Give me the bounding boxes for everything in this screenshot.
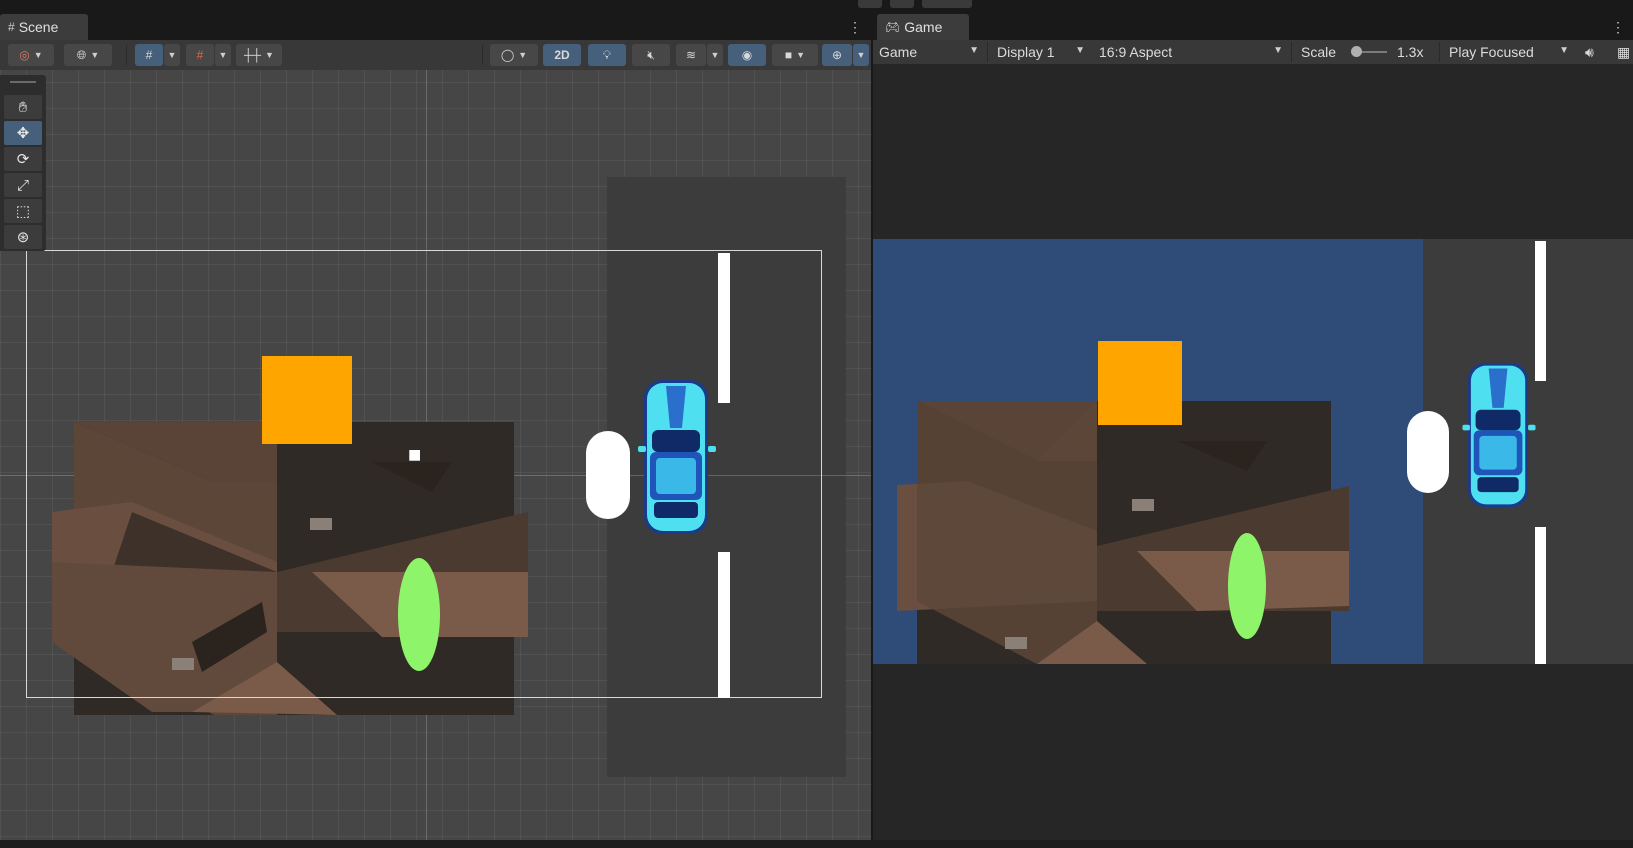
- lane-line-bottom[interactable]: [718, 552, 730, 698]
- move-tool-icon[interactable]: ✥: [4, 121, 42, 145]
- snap-icon: #: [196, 48, 204, 62]
- two-d-button[interactable]: 2D: [543, 44, 581, 66]
- ruler-button[interactable]: ┼┼ ▼: [236, 44, 282, 66]
- scale-slider-handle[interactable]: [1351, 46, 1362, 57]
- game-white-capsule: [1407, 411, 1449, 493]
- game-lane-line-top: [1535, 241, 1546, 381]
- grid-snap-dropdown[interactable]: ▼: [164, 44, 180, 66]
- step-button[interactable]: [922, 0, 972, 8]
- lightbulb-icon: 💡︎: [602, 47, 612, 62]
- hidden-objects-button[interactable]: ◉: [728, 44, 766, 66]
- game-tab-label: Game: [904, 19, 943, 35]
- effects-icon: ≋: [685, 48, 697, 62]
- play-focus-value: Play Focused: [1449, 44, 1534, 60]
- game-tab-bar: 🎮︎ Game ⋮: [873, 14, 1633, 40]
- game-mode-dropdown[interactable]: Game ▼: [873, 40, 985, 64]
- eye-slash-icon: ◉: [741, 48, 753, 62]
- white-capsule-sprite[interactable]: [586, 431, 630, 519]
- effects-button[interactable]: ≋: [676, 44, 706, 66]
- scale-label: Scale: [1301, 44, 1337, 60]
- increment-snap-button[interactable]: #: [186, 44, 214, 66]
- car-icon: [638, 380, 716, 534]
- play-button[interactable]: [858, 0, 882, 8]
- lighting-button[interactable]: 💡︎: [588, 44, 626, 66]
- hand-tool-icon[interactable]: ✋︎: [4, 95, 42, 119]
- two-d-label: 2D: [554, 48, 570, 62]
- game-green-ellipse: [1228, 533, 1266, 639]
- kebab-menu-icon[interactable]: ⋮: [1611, 18, 1625, 36]
- game-orange-box: [1098, 341, 1182, 425]
- mute-audio-icon[interactable]: 🔊︎: [1579, 40, 1601, 64]
- gizmo-mode-button[interactable]: ◎ ▼: [8, 44, 54, 66]
- stats-icon[interactable]: ▦: [1611, 40, 1631, 64]
- camera-icon: ■: [784, 48, 793, 62]
- gizmos-button[interactable]: ⊕: [822, 44, 852, 66]
- play-focus-dropdown[interactable]: Play Focused ▼: [1443, 40, 1575, 64]
- toolbar-separator: [126, 45, 127, 65]
- tab-scene[interactable]: # Scene: [0, 14, 88, 40]
- sphere-icon: ◯: [500, 48, 515, 62]
- toolbar-separator: [1439, 42, 1440, 62]
- grid-snap-icon: #: [145, 48, 153, 62]
- game-render-area: [873, 239, 1633, 664]
- pause-button[interactable]: [890, 0, 914, 8]
- gizmos-icon: ⊕: [831, 48, 843, 62]
- shading-mode-button[interactable]: ◯ ▼: [490, 44, 538, 66]
- display-value: Display 1: [997, 44, 1055, 60]
- globe-icon: 🌐︎: [76, 47, 87, 62]
- grid-snap-button[interactable]: #: [135, 44, 163, 66]
- effects-dropdown[interactable]: ▼: [707, 44, 723, 66]
- rotate-tool-icon[interactable]: ⟳: [4, 147, 42, 171]
- game-house-shapes: [897, 401, 1349, 664]
- tools-palette: ✋︎ ✥ ⟳ ⤢ ⬚ ⊛: [0, 75, 46, 251]
- orange-box-sprite[interactable]: [262, 356, 352, 444]
- aspect-value: 16:9 Aspect: [1099, 44, 1173, 60]
- gizmos-dropdown[interactable]: ▼: [853, 44, 869, 66]
- display-dropdown[interactable]: Display 1 ▼: [991, 40, 1091, 64]
- rect-tool-icon[interactable]: ⬚: [4, 199, 42, 223]
- kebab-menu-icon[interactable]: ⋮: [848, 18, 862, 36]
- transform-tool-icon[interactable]: ⊛: [4, 225, 42, 249]
- toolbar-separator: [987, 42, 988, 62]
- car-sprite[interactable]: [636, 378, 718, 536]
- tab-game[interactable]: 🎮︎ Game: [877, 14, 969, 40]
- gamepad-icon: 🎮︎: [885, 20, 901, 34]
- top-strip: [0, 0, 1633, 14]
- increment-snap-dropdown[interactable]: ▼: [215, 44, 231, 66]
- green-ellipse-sprite[interactable]: [398, 558, 440, 671]
- scene-tab-bar: # Scene ⋮: [0, 14, 871, 40]
- camera-button[interactable]: ■ ▼: [772, 44, 818, 66]
- game-lane-line-bottom: [1535, 527, 1546, 664]
- scale-tool-icon[interactable]: ⤢: [4, 173, 42, 197]
- lane-line-top[interactable]: [718, 253, 730, 403]
- aspect-dropdown[interactable]: 16:9 Aspect ▼: [1093, 40, 1289, 64]
- status-bar: [0, 840, 1633, 848]
- game-toolbar: Game ▼ Display 1 ▼ 16:9 Aspect ▼ Scale 1.3x…: [873, 40, 1633, 64]
- game-viewport[interactable]: [873, 64, 1633, 840]
- game-mode-value: Game: [879, 44, 918, 60]
- game-house: [897, 401, 1349, 664]
- gizmo-icon: ◎: [19, 48, 30, 62]
- scale-value: 1.3x: [1397, 44, 1424, 60]
- palette-grip[interactable]: [10, 81, 36, 83]
- toolbar-separator: [482, 45, 483, 65]
- toolbar-separator: [1291, 42, 1292, 62]
- scene-toolbar: ◎ ▼ 🌐︎ ▼ # ▼ # ▼ ┼┼ ▼ ◯ ▼ 2D 💡︎ 🔇︎ ≋ ▼ ◉ ■ ▼ …: [0, 40, 871, 70]
- scene-tab-label: Scene: [18, 19, 59, 35]
- scene-viewport[interactable]: ■: [0, 70, 872, 840]
- ruler-icon: ┼┼: [244, 48, 262, 62]
- game-car: [1460, 361, 1538, 509]
- grid-icon: #: [8, 20, 15, 34]
- game-car-icon: [1462, 362, 1536, 508]
- speaker-muted-icon: 🔇︎: [647, 47, 655, 62]
- audio-button[interactable]: 🔇︎: [632, 44, 670, 66]
- global-local-button[interactable]: 🌐︎ ▼: [64, 44, 112, 66]
- camera-gizmo-icon[interactable]: ■: [408, 442, 421, 468]
